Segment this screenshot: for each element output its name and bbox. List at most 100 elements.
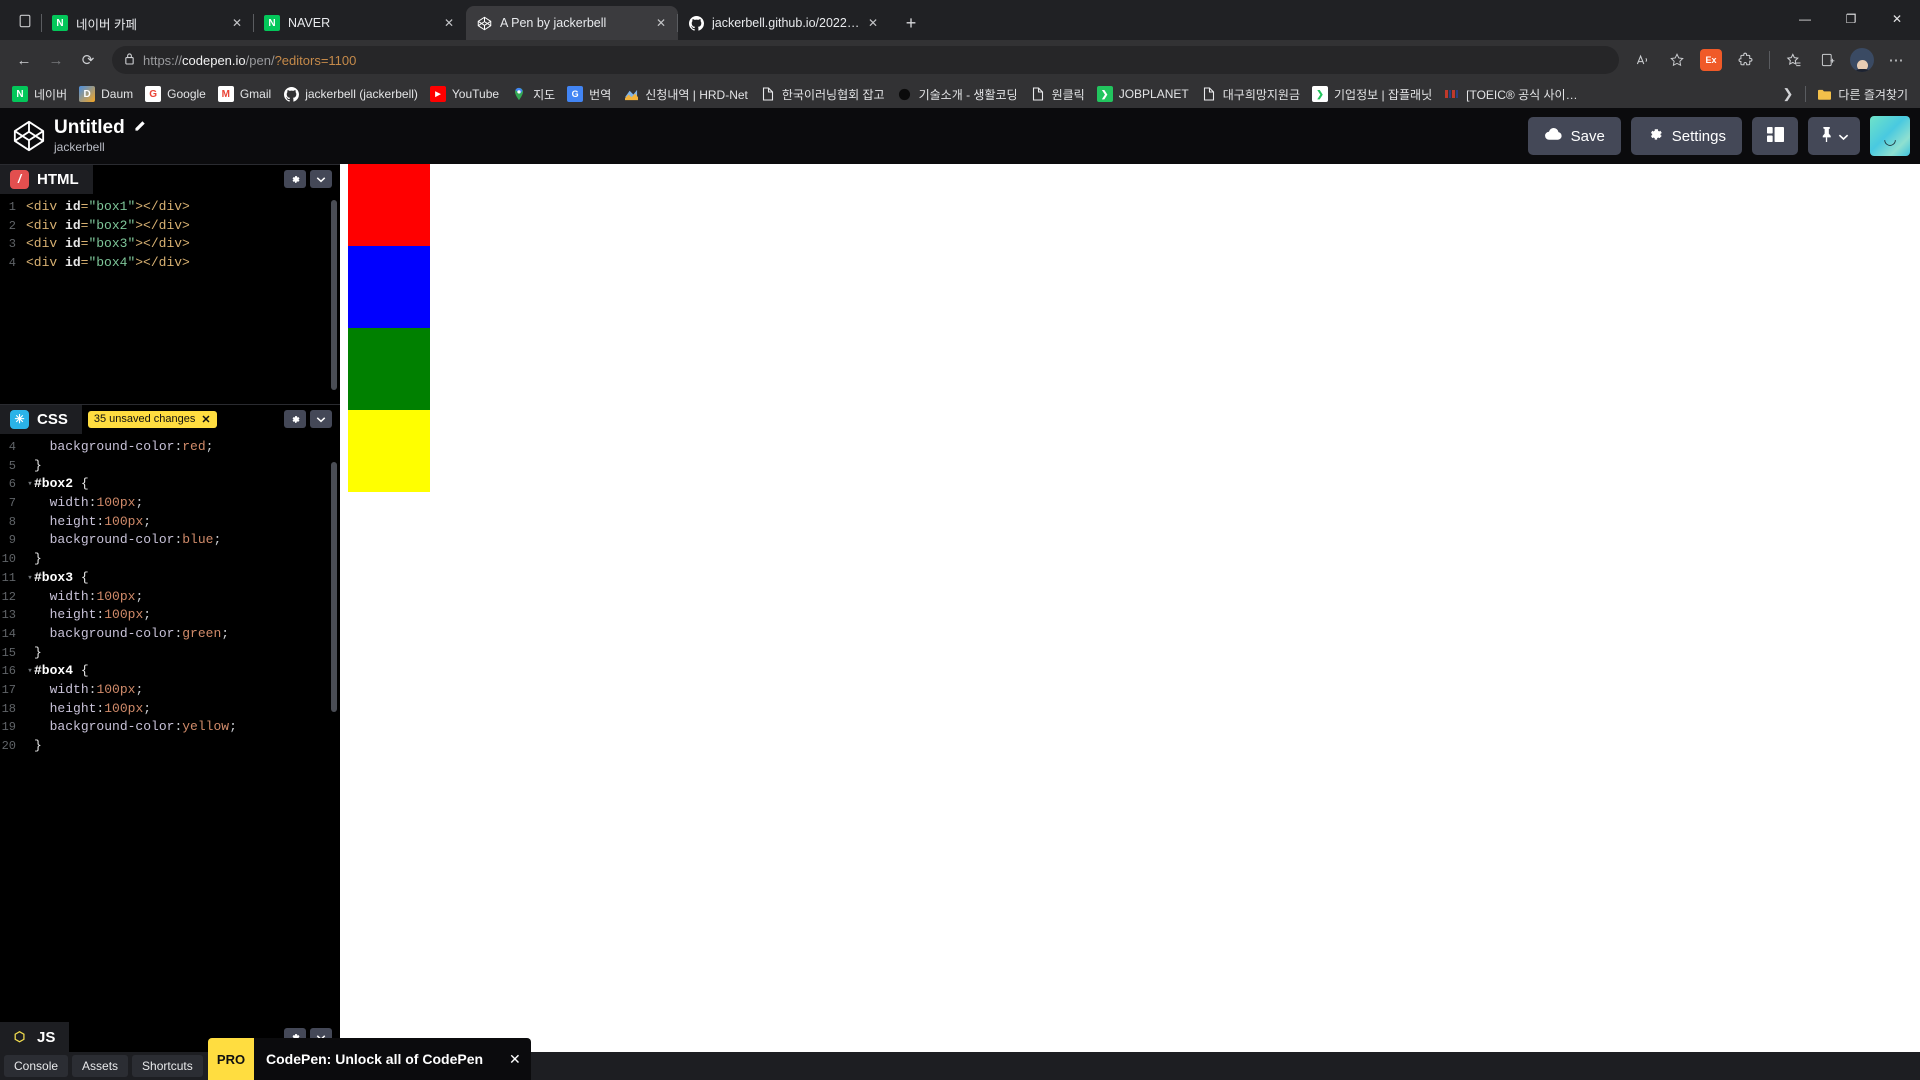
- browser-tab-2[interactable]: N NAVER ✕: [253, 6, 466, 40]
- fold-toggle[interactable]: [26, 718, 34, 737]
- bookmark-naver[interactable]: N 네이버: [6, 83, 73, 105]
- bookmark-oneclick[interactable]: 원클릭: [1024, 83, 1091, 105]
- fold-toggle[interactable]: [26, 588, 34, 607]
- github-icon: [283, 86, 299, 102]
- new-tab-button[interactable]: +: [896, 8, 926, 38]
- fold-toggle[interactable]: [26, 457, 34, 476]
- bookmark-daum[interactable]: D Daum: [73, 83, 139, 105]
- assets-button[interactable]: Assets: [72, 1055, 129, 1077]
- fold-toggle[interactable]: [26, 513, 34, 532]
- bookmark-google[interactable]: G Google: [139, 83, 212, 105]
- user-avatar[interactable]: ◡: [1870, 116, 1910, 156]
- minimize-button[interactable]: —: [1782, 0, 1828, 38]
- tab-title: 네이버 카페: [76, 17, 137, 32]
- shortcuts-button[interactable]: Shortcuts: [132, 1055, 203, 1077]
- preview-pane[interactable]: [340, 164, 1920, 1052]
- console-button[interactable]: Console: [4, 1055, 69, 1077]
- pen-title-row[interactable]: Untitled: [54, 117, 146, 139]
- fold-toggle[interactable]: [26, 438, 34, 457]
- codepen-logo-icon[interactable]: [12, 119, 46, 153]
- js-pane-tab[interactable]: ⬡ JS: [10, 1022, 69, 1052]
- browser-tab-3-active[interactable]: A Pen by jackerbell ✕: [466, 6, 678, 40]
- css-scrollbar-thumb[interactable]: [331, 462, 337, 712]
- browser-tab-1[interactable]: N 네이버 카페 ✕: [41, 6, 254, 40]
- code-text: }: [34, 738, 42, 753]
- extensions-puzzle-icon[interactable]: [1729, 44, 1761, 76]
- bookmark-youtube[interactable]: ▶ YouTube: [424, 83, 505, 105]
- fold-toggle[interactable]: [26, 737, 34, 756]
- forward-button[interactable]: →: [40, 44, 72, 76]
- css-pane-tab[interactable]: ✳ CSS: [10, 404, 82, 434]
- pro-promo-banner[interactable]: PRO CodePen: Unlock all of CodePen ✕: [208, 1038, 531, 1080]
- html-pane-chevron-down-icon[interactable]: [310, 170, 332, 188]
- address-bar[interactable]: https://codepen.io/pen/?editors=1100: [112, 46, 1619, 74]
- favorite-star-icon[interactable]: [1661, 44, 1693, 76]
- maximize-button[interactable]: ❐: [1828, 0, 1874, 38]
- bookmark-github-jackerbell[interactable]: jackerbell (jackerbell): [277, 83, 424, 105]
- bookmark-company-info[interactable]: ❯ 기업정보 | 잡플래닛: [1306, 83, 1438, 105]
- reload-button[interactable]: ⟳: [72, 44, 104, 76]
- html-pane-gear-icon[interactable]: [284, 170, 306, 188]
- tab-close-icon[interactable]: ✕: [438, 12, 460, 34]
- bookmark-elearning[interactable]: 한국이러닝협회 잡고: [754, 83, 891, 105]
- code-line: 18 height:100px;: [0, 700, 340, 719]
- bookmark-daegu-fund[interactable]: 대구희망지원금: [1195, 83, 1306, 105]
- code-line: 12 width:100px;: [0, 588, 340, 607]
- css-code-area[interactable]: 4 background-color:red; 5} 6 ▾ #box2 {7 widt…: [0, 434, 340, 1052]
- html-code-area[interactable]: 1 <div id="box1"></div> 2 <div id="box2"></…: [0, 194, 340, 404]
- unsaved-changes-label: 35 unsaved changes: [93, 413, 196, 425]
- bookmark-translate[interactable]: G 번역: [561, 83, 617, 105]
- tab-close-icon[interactable]: ✕: [226, 12, 248, 34]
- fold-toggle[interactable]: ▾: [26, 475, 34, 494]
- save-button[interactable]: Save: [1527, 117, 1621, 155]
- profile-avatar[interactable]: [1846, 44, 1878, 76]
- code-line: 17 width:100px;: [0, 681, 340, 700]
- css-pane-chevron-down-icon[interactable]: [310, 410, 332, 428]
- pin-button[interactable]: [1808, 117, 1860, 155]
- settings-button[interactable]: Settings: [1630, 117, 1742, 155]
- read-aloud-icon[interactable]: [1627, 44, 1659, 76]
- bookmark-gmail[interactable]: M Gmail: [212, 83, 277, 105]
- fold-toggle[interactable]: ▾: [26, 569, 34, 588]
- unsaved-changes-badge[interactable]: 35 unsaved changes ✕: [87, 410, 217, 428]
- bookmark-hrdnet[interactable]: 신청내역 | HRD-Net: [617, 83, 754, 105]
- fold-toggle[interactable]: ▾: [26, 662, 34, 681]
- fold-toggle[interactable]: [26, 531, 34, 550]
- split-screen-icon[interactable]: [1812, 44, 1844, 76]
- close-icon[interactable]: ✕: [201, 413, 210, 426]
- bookmark-toeic[interactable]: [TOEIC® 공식 사이…: [1438, 83, 1583, 105]
- bookmark-maps[interactable]: 지도: [505, 83, 561, 105]
- html-pane-tab[interactable]: / HTML: [10, 164, 93, 194]
- bookmark-other-favorites[interactable]: 다른 즐겨찾기: [1810, 83, 1914, 105]
- fold-toggle[interactable]: [26, 644, 34, 663]
- extension-badge-icon[interactable]: Ex: [1695, 44, 1727, 76]
- layout-button[interactable]: [1752, 117, 1798, 155]
- close-window-button[interactable]: ✕: [1874, 0, 1920, 38]
- bookmark-label: 한국이러닝협회 잡고: [781, 87, 885, 102]
- tab-close-icon[interactable]: ✕: [650, 12, 672, 34]
- css-pane-gear-icon[interactable]: [284, 410, 306, 428]
- back-button[interactable]: ←: [8, 44, 40, 76]
- save-label: Save: [1570, 127, 1605, 145]
- bookmarks-overflow-chevron[interactable]: ❯: [1775, 86, 1802, 102]
- browser-tab-4[interactable]: jackerbell.github.io/2022-04-20… ✕: [677, 6, 890, 40]
- fold-toggle[interactable]: [26, 625, 34, 644]
- tab-search-icon[interactable]: [8, 4, 42, 38]
- line-number: 3: [8, 237, 16, 252]
- bookmark-jobplanet[interactable]: ❯ JOBPLANET: [1091, 83, 1195, 105]
- fold-toggle[interactable]: [26, 550, 34, 569]
- promo-close-icon[interactable]: ✕: [509, 1051, 521, 1068]
- code-line: 15}: [0, 644, 340, 663]
- line-number: 5: [8, 458, 16, 473]
- html-scrollbar-thumb[interactable]: [331, 200, 337, 390]
- fold-toggle[interactable]: [26, 494, 34, 513]
- bookmark-opentutorials[interactable]: 기술소개 - 생활코딩: [891, 83, 1024, 105]
- fold-toggle[interactable]: [26, 606, 34, 625]
- pencil-icon[interactable]: [133, 120, 146, 136]
- collections-icon[interactable]: [1778, 44, 1810, 76]
- pen-author[interactable]: jackerbell: [54, 140, 146, 154]
- fold-toggle[interactable]: [26, 700, 34, 719]
- settings-more-icon[interactable]: ⋯: [1880, 44, 1912, 76]
- tab-close-icon[interactable]: ✕: [862, 12, 884, 34]
- fold-toggle[interactable]: [26, 681, 34, 700]
